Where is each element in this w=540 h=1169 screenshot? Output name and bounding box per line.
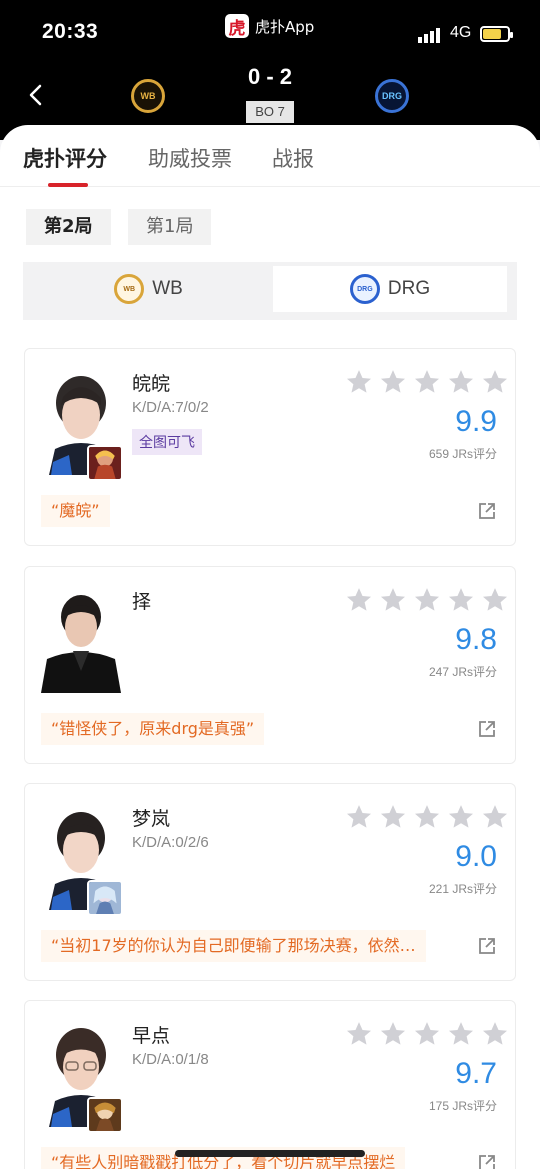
team-switch-wb-label: WB xyxy=(152,278,183,299)
star-icon[interactable] xyxy=(479,802,511,832)
player-score: 9.0 xyxy=(455,840,497,873)
rating-stars[interactable] xyxy=(343,1019,511,1049)
team-switch-wb[interactable]: WB WB xyxy=(27,266,270,312)
star-icon[interactable] xyxy=(343,367,375,397)
star-icon[interactable] xyxy=(377,1019,409,1049)
player-tag: 全图可飞 xyxy=(132,429,202,455)
star-icon[interactable] xyxy=(479,1019,511,1049)
hero-portrait-icon xyxy=(87,445,123,481)
share-icon[interactable] xyxy=(477,719,497,739)
player-avatar xyxy=(41,589,121,693)
player-score: 9.8 xyxy=(455,623,497,656)
player-name: 早点 xyxy=(132,1025,171,1047)
game-1-chip[interactable]: 第1局 xyxy=(128,209,212,245)
active-tab-indicator xyxy=(48,183,88,187)
star-icon[interactable] xyxy=(411,802,443,832)
player-card[interactable]: 择 9.8 247 JRs评分 “错怪侠了，原来drg是真强” xyxy=(24,566,516,764)
hot-comment[interactable]: “当初17岁的你认为自己即便输了那场决赛，依然… xyxy=(41,930,426,962)
star-icon[interactable] xyxy=(411,1019,443,1049)
player-kda: K/D/A:7/0/2 xyxy=(132,399,209,416)
star-icon[interactable] xyxy=(411,585,443,615)
team-switch: WB WB DRG DRG xyxy=(23,262,517,320)
wb-logo-icon: WB xyxy=(114,274,145,304)
star-icon[interactable] xyxy=(479,585,511,615)
rating-stars[interactable] xyxy=(343,585,511,615)
star-icon[interactable] xyxy=(343,1019,375,1049)
player-score: 9.9 xyxy=(455,405,497,438)
drg-logo-icon: DRG xyxy=(349,274,380,304)
rating-stars[interactable] xyxy=(343,367,511,397)
hot-comment[interactable]: “魔皖” xyxy=(41,495,110,527)
tab-bar: 虎扑评分 助威投票 战报 xyxy=(0,125,540,187)
app-name: 虎扑App xyxy=(255,17,315,36)
player-name: 皖皖 xyxy=(132,373,171,395)
rating-count: 659 JRs评分 xyxy=(428,447,497,461)
player-name: 择 xyxy=(132,591,152,613)
team-switch-drg[interactable]: DRG DRG xyxy=(273,266,507,312)
series-badge: BO 7 xyxy=(246,101,294,123)
team-switch-drg-label: DRG xyxy=(387,278,431,299)
star-icon[interactable] xyxy=(479,367,511,397)
star-icon[interactable] xyxy=(445,585,477,615)
app-badge[interactable]: 虎 虎扑App xyxy=(225,13,314,39)
star-icon[interactable] xyxy=(377,367,409,397)
rating-count: 247 JRs评分 xyxy=(428,665,497,679)
star-icon[interactable] xyxy=(377,802,409,832)
star-icon[interactable] xyxy=(445,367,477,397)
star-icon[interactable] xyxy=(343,585,375,615)
back-icon[interactable] xyxy=(26,83,46,107)
content-sheet: 虎扑评分 助威投票 战报 第2局 第1局 WB WB DRG DRG 皖皖 K/… xyxy=(0,125,540,1169)
tab-hupu-rating[interactable]: 虎扑评分 xyxy=(23,143,107,173)
player-score: 9.7 xyxy=(455,1057,497,1090)
player-card[interactable]: 早点 K/D/A:0/1/8 9.7 175 JRs评分 “有些人别暗戳戳打低分… xyxy=(24,1000,516,1169)
battery-icon xyxy=(480,26,513,42)
hot-comment[interactable]: “错怪侠了，原来drg是真强” xyxy=(41,713,265,745)
network-label: 4G xyxy=(450,24,472,41)
rating-count: 175 JRs评分 xyxy=(428,1099,497,1113)
star-icon[interactable] xyxy=(411,367,443,397)
match-score: 0 - 2 xyxy=(247,64,293,89)
home-indicator[interactable] xyxy=(175,1150,365,1157)
hero-portrait-icon xyxy=(87,880,123,916)
top-header: 20:33 虎 虎扑App 4G WB 0 - 2 BO 7 DRG xyxy=(0,0,540,140)
star-icon[interactable] xyxy=(445,802,477,832)
hupu-logo-icon: 虎 xyxy=(225,14,249,39)
tab-report[interactable]: 战报 xyxy=(272,143,314,173)
hero-portrait-icon xyxy=(87,1097,123,1133)
drg-team-logo[interactable]: DRG xyxy=(375,79,409,113)
player-name: 梦岚 xyxy=(132,808,171,830)
signal-icon xyxy=(418,28,440,43)
rating-count: 221 JRs评分 xyxy=(428,882,497,896)
star-icon[interactable] xyxy=(343,802,375,832)
share-icon[interactable] xyxy=(477,1153,497,1169)
player-card[interactable]: 皖皖 K/D/A:7/0/2 全图可飞 9.9 659 JRs评分 “魔皖” xyxy=(24,348,516,546)
wb-team-logo[interactable]: WB xyxy=(131,79,165,113)
rating-stars[interactable] xyxy=(343,802,511,832)
player-kda: K/D/A:0/2/6 xyxy=(132,834,209,851)
star-icon[interactable] xyxy=(445,1019,477,1049)
status-time: 20:33 xyxy=(42,20,99,43)
player-kda: K/D/A:0/1/8 xyxy=(132,1051,209,1068)
share-icon[interactable] xyxy=(477,501,497,521)
star-icon[interactable] xyxy=(377,585,409,615)
game-2-chip[interactable]: 第2局 xyxy=(26,209,111,245)
player-card[interactable]: 梦岚 K/D/A:0/2/6 9.0 221 JRs评分 “当初17岁的你认为自… xyxy=(24,783,516,981)
tab-cheer-vote[interactable]: 助威投票 xyxy=(148,143,232,173)
share-icon[interactable] xyxy=(477,936,497,956)
